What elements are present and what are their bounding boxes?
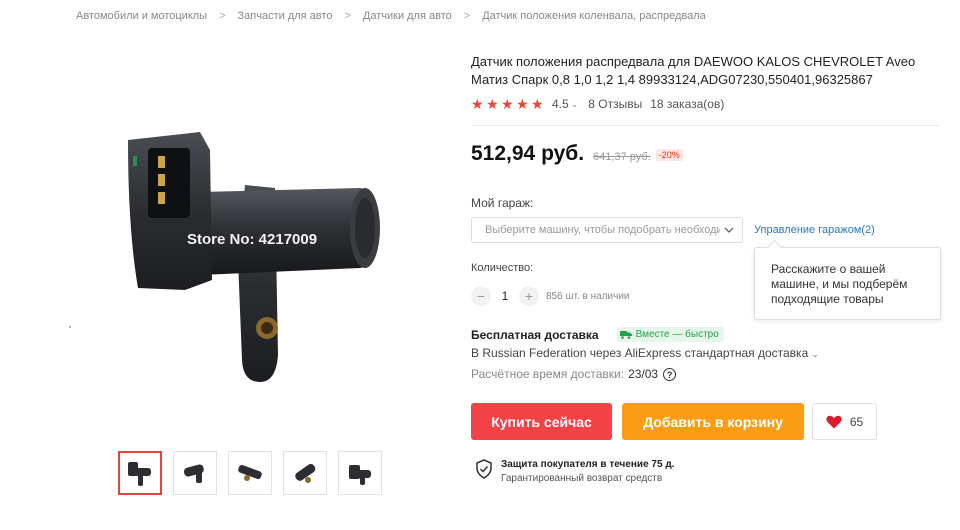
shipping-badge-text: Вместе — быстро bbox=[635, 329, 719, 340]
quantity-input[interactable]: 1 bbox=[491, 289, 519, 303]
shipping-title: Бесплатная доставка bbox=[471, 327, 599, 342]
protection-subtitle: Гарантированный возврат средств bbox=[501, 473, 663, 484]
breadcrumb-separator: > bbox=[219, 10, 226, 22]
add-to-cart-button[interactable]: Добавить в корзину bbox=[622, 403, 804, 440]
garage-label: Мой гараж: bbox=[471, 196, 534, 210]
protection-title: Защита покупателя в течение 75 д. bbox=[501, 459, 675, 470]
garage-tooltip: Расскажите о вашей машине, и мы подберём… bbox=[754, 239, 941, 320]
breadcrumb-item[interactable]: Датчики для авто bbox=[363, 10, 452, 22]
shipping-detail-text: В Russian Federation через AliExpress ст… bbox=[471, 346, 809, 360]
wishlist-count: 65 bbox=[849, 414, 864, 429]
store-watermark: Store No: 4217009 bbox=[187, 231, 318, 248]
shield-check-icon bbox=[475, 459, 493, 479]
thumbnail[interactable] bbox=[173, 451, 217, 495]
delivery-time-label: Расчётное время доставки: bbox=[471, 367, 625, 381]
buyer-protection: Защита покупателя в течение 75 д. Гарант… bbox=[475, 458, 674, 485]
star-icon: ★ bbox=[471, 96, 484, 112]
chevron-down-icon: ⌄ bbox=[811, 349, 819, 359]
quantity-decrement-button[interactable]: − bbox=[471, 286, 491, 306]
truck-icon bbox=[619, 330, 632, 339]
breadcrumb-item[interactable]: Датчик положения коленвала, распредвала bbox=[482, 10, 706, 22]
star-icon: ★ bbox=[516, 96, 529, 112]
old-price: 641,37 руб. bbox=[593, 151, 651, 163]
chevron-down-icon[interactable]: ⌄ bbox=[571, 99, 579, 110]
delivery-time: Расчётное время доставки: 23/03 ? bbox=[471, 367, 677, 381]
heart-icon bbox=[826, 415, 842, 429]
breadcrumb-item[interactable]: Запчасти для авто bbox=[238, 10, 333, 22]
breadcrumb-separator: > bbox=[344, 10, 351, 22]
quantity-increment-button[interactable]: + bbox=[519, 286, 539, 306]
delivery-time-value: 23/03 bbox=[628, 367, 659, 381]
garage-select-placeholder: Выберите машину, чтобы подобрать необход… bbox=[485, 224, 720, 236]
star-icon: ★ bbox=[531, 96, 544, 112]
discount-badge: -20% bbox=[655, 149, 683, 161]
quantity-label: Количество: bbox=[471, 262, 534, 274]
breadcrumb-item[interactable]: Автомобили и мотоциклы bbox=[76, 10, 207, 22]
star-icon: ★ bbox=[486, 96, 499, 112]
rating-value[interactable]: 4.5 bbox=[552, 97, 569, 111]
thumbnail[interactable] bbox=[283, 451, 327, 495]
thumbnail[interactable] bbox=[118, 451, 162, 495]
buy-now-button[interactable]: Купить сейчас bbox=[471, 403, 612, 440]
rating-stars: ★ ★ ★ ★ ★ bbox=[471, 97, 546, 111]
thumbnail-strip bbox=[118, 451, 393, 495]
reviews-link[interactable]: 8 Отзывы bbox=[588, 97, 642, 111]
thumbnail[interactable] bbox=[228, 451, 272, 495]
thumbnail[interactable] bbox=[338, 451, 382, 495]
manage-garage-link[interactable]: Управление гаражом(2) bbox=[754, 224, 875, 236]
quantity-stepper: − 1 + 856 шт. в наличии bbox=[471, 286, 630, 306]
tooltip-arrow bbox=[766, 239, 783, 256]
garage-select[interactable]: Выберите машину, чтобы подобрать необход… bbox=[471, 217, 743, 243]
rating-row: ★ ★ ★ ★ ★ 4.5 ⌄ 8 Отзывы 18 заказа(ов) bbox=[471, 97, 724, 111]
price-row: 512,94 руб. 641,37 руб. -20% bbox=[471, 142, 683, 166]
orders-count: 18 заказа(ов) bbox=[650, 97, 725, 111]
divider bbox=[471, 125, 941, 126]
chevron-down-icon bbox=[724, 224, 734, 236]
tooltip-text: Расскажите о вашей машине, и мы подберём… bbox=[771, 262, 908, 306]
shipping-badge: Вместе — быстро bbox=[616, 327, 724, 342]
current-price: 512,94 руб. bbox=[471, 142, 585, 165]
shipping-row: Бесплатная доставка Вместе — быстро bbox=[471, 327, 724, 342]
question-icon[interactable]: ? bbox=[663, 367, 677, 381]
star-icon: ★ bbox=[501, 96, 514, 112]
wishlist-button[interactable]: 65 bbox=[812, 403, 877, 440]
shipping-method-select[interactable]: В Russian Federation через AliExpress ст… bbox=[471, 346, 819, 360]
stock-count: 856 шт. в наличии bbox=[546, 290, 630, 302]
product-title: Датчик положения распредвала для DAEWOO … bbox=[471, 54, 916, 87]
main-product-image[interactable] bbox=[60, 110, 410, 400]
breadcrumb: Автомобили и мотоциклы > Запчасти для ав… bbox=[76, 8, 706, 24]
breadcrumb-separator: > bbox=[463, 10, 471, 22]
